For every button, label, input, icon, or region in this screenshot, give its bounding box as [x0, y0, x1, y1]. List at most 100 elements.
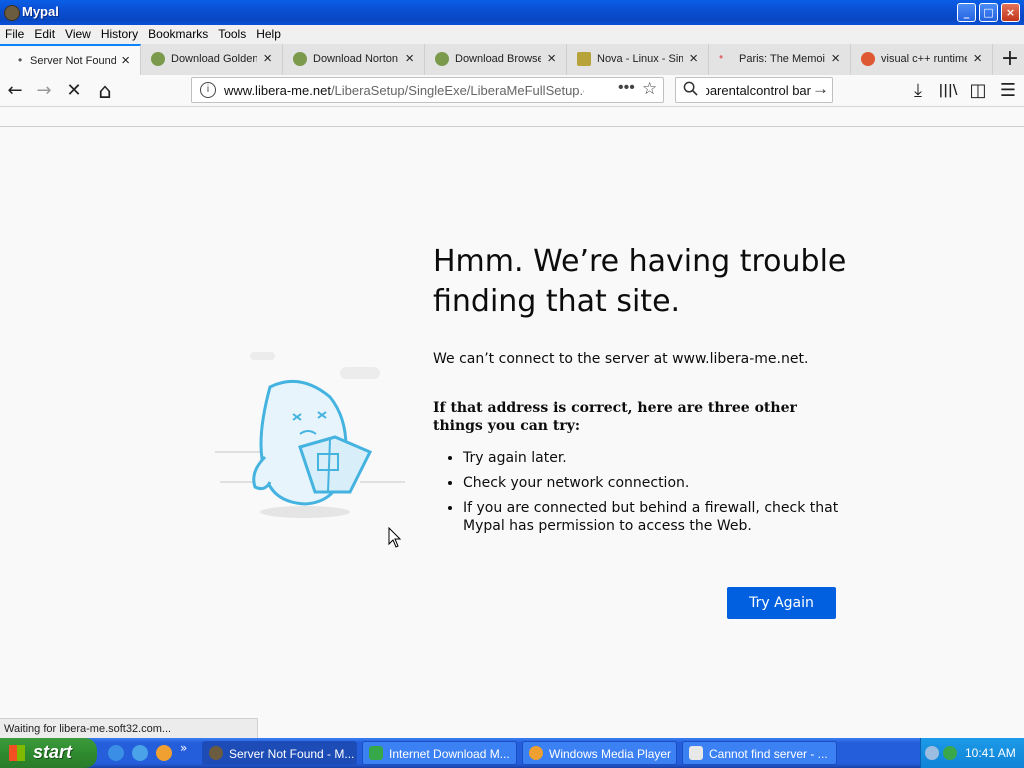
- loading-favicon-icon: •: [719, 50, 724, 64]
- sidebar-icon[interactable]: ◫: [966, 79, 990, 103]
- taskbar: start » Server Not Found - M... Internet…: [0, 738, 1024, 768]
- library-icon[interactable]: |||\: [936, 79, 960, 103]
- try-again-button[interactable]: Try Again: [727, 587, 836, 619]
- page-actions-icon[interactable]: •••: [618, 79, 635, 97]
- outlook-express-icon[interactable]: [132, 745, 148, 761]
- tab-close-icon[interactable]: ×: [263, 50, 272, 67]
- soft32-favicon-icon: [293, 52, 307, 66]
- system-tray: 10:41 AM: [920, 738, 1024, 768]
- minimize-button[interactable]: _: [957, 3, 976, 22]
- mypal-app-icon: [4, 5, 20, 21]
- tab-nova-linux[interactable]: Nova - Linux - Sim ×: [567, 44, 709, 75]
- menu-tools[interactable]: Tools: [213, 25, 251, 41]
- hamburger-menu-icon[interactable]: ☰: [996, 79, 1020, 103]
- tab-label: Download Golden: [171, 53, 257, 65]
- dialog-icon: [689, 746, 703, 760]
- bookmark-star-icon[interactable]: ☆: [642, 79, 657, 99]
- windows-flag-icon: [9, 745, 25, 761]
- tab-close-icon[interactable]: ×: [547, 50, 556, 67]
- tab-download-golden[interactable]: Download Golden ×: [141, 44, 283, 75]
- internet-explorer-icon[interactable]: [108, 745, 124, 761]
- url-text[interactable]: www.libera-me.net/LiberaSetup/SingleExe/…: [224, 83, 584, 98]
- search-input[interactable]: parentalcontrol bar: [706, 83, 811, 98]
- toolbar-spacer: [0, 107, 1024, 127]
- search-go-arrow-icon[interactable]: →: [812, 79, 829, 99]
- tab-label: Paris: The Memoir: [739, 53, 825, 65]
- error-subtitle: If that address is correct, here are thr…: [433, 400, 797, 434]
- soft32-favicon-icon: [435, 52, 449, 66]
- error-title-line1: Hmm. We’re having trouble: [433, 244, 847, 279]
- idm-icon: [369, 746, 383, 760]
- url-bar[interactable]: i www.libera-me.net/LiberaSetup/SingleEx…: [191, 77, 664, 103]
- site-info-icon[interactable]: i: [200, 82, 216, 98]
- task-windows-media-player[interactable]: Windows Media Player: [522, 741, 677, 765]
- tab-label: Nova - Linux - Sim: [597, 53, 683, 65]
- tray-arrow-icon[interactable]: [925, 746, 939, 760]
- start-label: start: [33, 742, 73, 762]
- error-description: We can’t connect to the server at www.li…: [433, 351, 809, 367]
- task-server-not-found[interactable]: Server Not Found - M...: [202, 741, 357, 765]
- url-path: /LiberaSetup/SingleExe/LiberaMeFullSetup…: [330, 83, 584, 98]
- tab-label: visual c++ runtime: [881, 53, 967, 65]
- menu-bar: File Edit View History Bookmarks Tools Help: [0, 25, 1024, 44]
- new-tab-button[interactable]: +: [998, 46, 1022, 72]
- search-bar[interactable]: parentalcontrol bar →: [675, 77, 833, 103]
- menu-file[interactable]: File: [0, 25, 29, 41]
- error-title-line2: finding that site.: [433, 284, 681, 319]
- media-player-icon[interactable]: [156, 745, 172, 761]
- task-label: Cannot find server - ...: [709, 747, 828, 761]
- tab-download-browser[interactable]: Download Browser ×: [425, 44, 567, 75]
- tab-server-not-found[interactable]: • Server Not Found ×: [0, 44, 141, 75]
- tab-label: Download Browser: [455, 53, 541, 65]
- tab-close-icon[interactable]: ×: [121, 52, 130, 69]
- navigation-toolbar: ← → ✕ ⌂ i www.libera-me.net/LiberaSetup/…: [0, 75, 1024, 107]
- tab-close-icon[interactable]: ×: [973, 50, 982, 67]
- task-label: Windows Media Player: [549, 747, 672, 761]
- maximize-button[interactable]: □: [979, 3, 998, 22]
- status-text: Waiting for libera-me.soft32.com...: [4, 723, 172, 735]
- mouse-cursor-icon: [388, 527, 402, 548]
- task-label: Server Not Found - M...: [229, 747, 354, 761]
- dinosaur-map-illustration-icon: [215, 352, 405, 518]
- window-title-bar[interactable]: Mypal _ □ ×: [0, 0, 1024, 25]
- loading-dot-icon: •: [18, 53, 23, 67]
- menu-history[interactable]: History: [96, 25, 143, 41]
- quicklaunch-more-icon[interactable]: »: [180, 741, 187, 755]
- home-icon[interactable]: ⌂: [93, 79, 117, 103]
- tab-close-icon[interactable]: ×: [831, 50, 840, 67]
- tab-paris-memoir[interactable]: • Paris: The Memoir ×: [709, 44, 851, 75]
- forward-arrow-icon[interactable]: →: [32, 79, 56, 103]
- soft32-favicon-icon: [151, 52, 165, 66]
- menu-edit[interactable]: Edit: [29, 25, 60, 41]
- back-arrow-icon[interactable]: ←: [3, 79, 27, 103]
- search-icon: [683, 81, 698, 100]
- start-button[interactable]: start: [0, 738, 97, 768]
- menu-help[interactable]: Help: [251, 25, 286, 41]
- task-cannot-find-server[interactable]: Cannot find server - ...: [682, 741, 837, 765]
- list-item: Try again later.: [463, 449, 863, 467]
- task-label: Internet Download M...: [389, 747, 510, 761]
- tab-visual-cpp-runtime[interactable]: visual c++ runtime ×: [851, 44, 993, 75]
- mypal-icon: [209, 746, 223, 760]
- tab-close-icon[interactable]: ×: [689, 50, 698, 67]
- network-icon[interactable]: [943, 746, 957, 760]
- stop-icon[interactable]: ✕: [62, 79, 86, 103]
- url-domain: www.libera-me.net: [224, 83, 331, 98]
- close-window-button[interactable]: ×: [1001, 3, 1020, 22]
- suggestion-list: Try again later. Check your network conn…: [433, 449, 863, 542]
- menu-bookmarks[interactable]: Bookmarks: [143, 25, 213, 41]
- media-player-icon: [529, 746, 543, 760]
- clock: 10:41 AM: [965, 746, 1016, 760]
- duckduckgo-favicon-icon: [861, 52, 875, 66]
- menu-view[interactable]: View: [60, 25, 96, 41]
- nova-favicon-icon: [577, 52, 591, 66]
- tab-download-norton[interactable]: Download Norton ×: [283, 44, 425, 75]
- task-internet-download-manager[interactable]: Internet Download M...: [362, 741, 517, 765]
- error-title: Hmm. We’re having trouble finding that s…: [433, 242, 853, 322]
- tab-label: Server Not Found: [30, 55, 116, 67]
- list-item: If you are connected but behind a firewa…: [463, 499, 863, 535]
- tab-close-icon[interactable]: ×: [405, 50, 414, 67]
- list-item: Check your network connection.: [463, 474, 863, 492]
- downloads-icon[interactable]: ⤓: [906, 79, 930, 103]
- window-title: Mypal: [22, 4, 59, 19]
